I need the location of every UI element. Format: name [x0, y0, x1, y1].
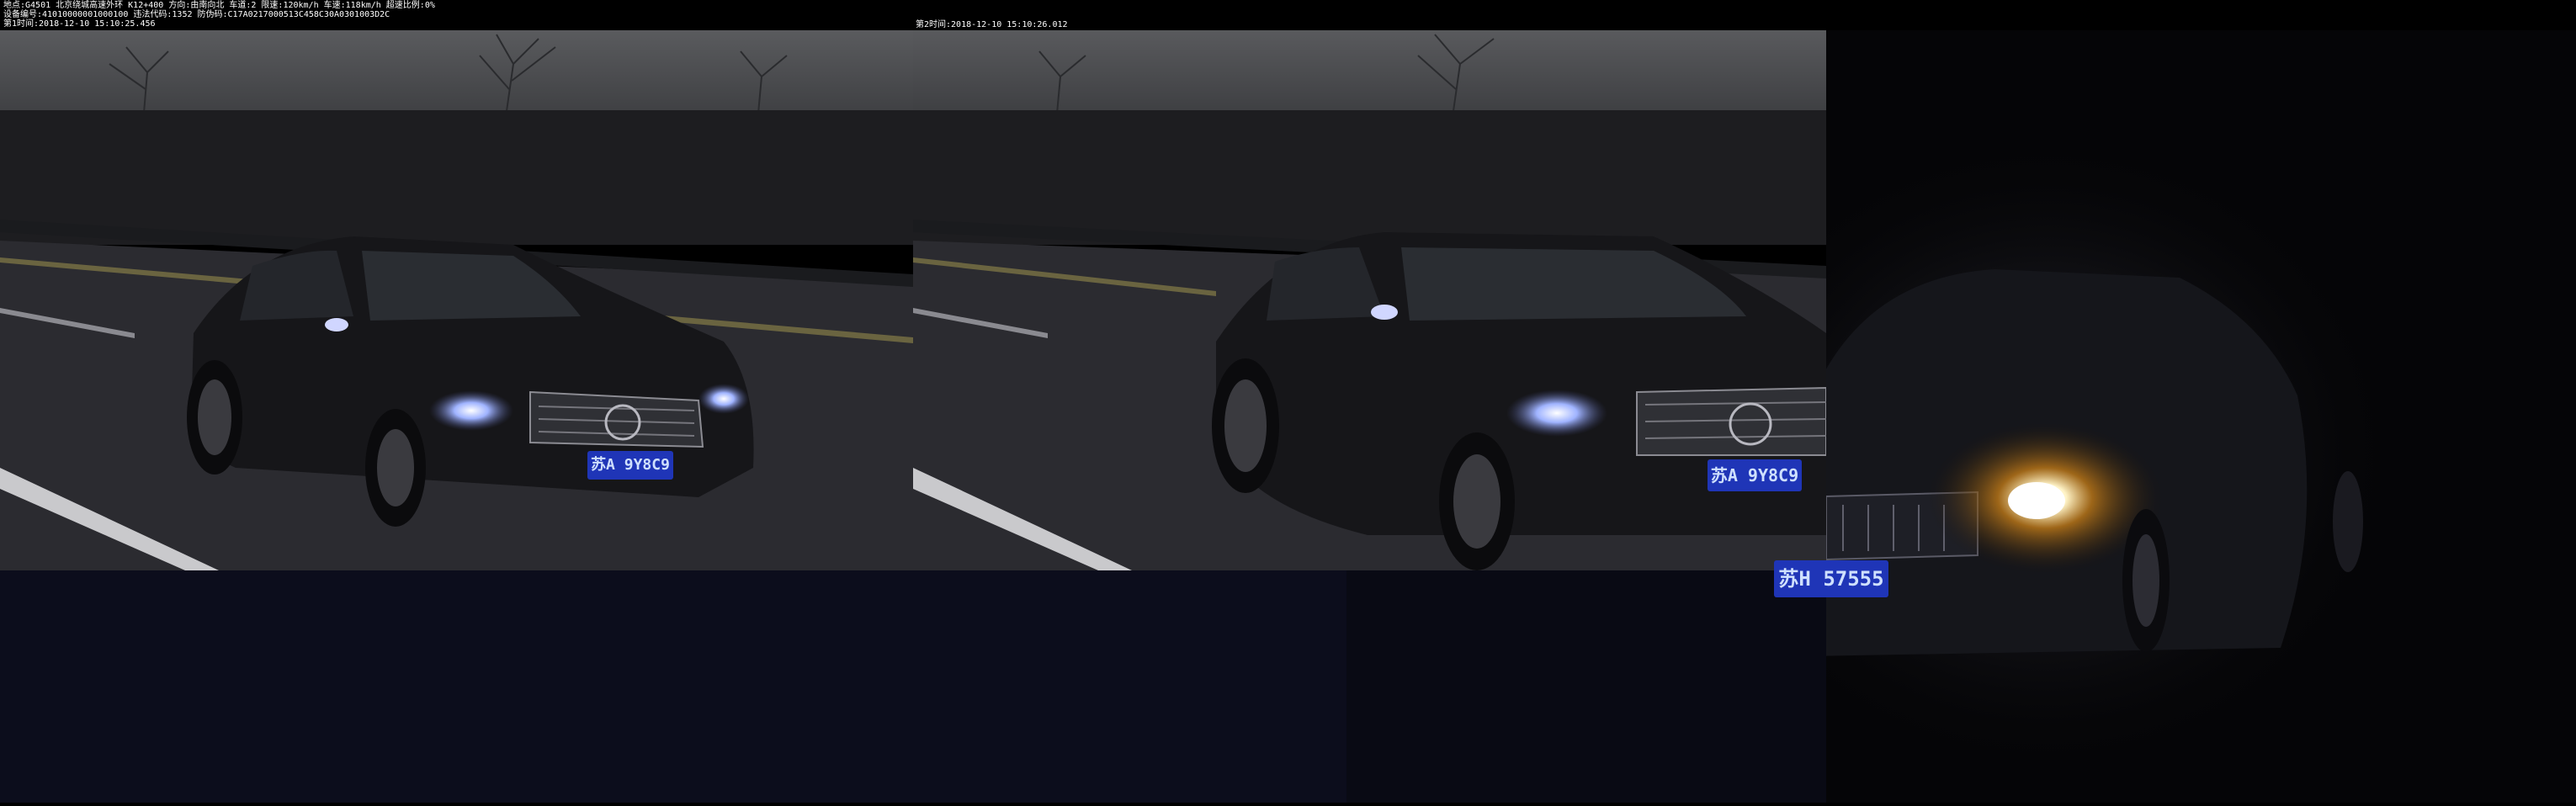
- capture-photo-3: 苏H 57555: [1692, 0, 2576, 803]
- license-plate-main: 苏A 9Y8C9: [587, 451, 673, 480]
- second-capture-time: 第2时间:2018-12-10 15:10:26.012: [916, 20, 1068, 29]
- overlay-line-1: 地点:G4501 北京绕城高速外环 K12+400 方向:由南向北 车道:2 限…: [3, 1, 435, 10]
- capture-photo-2: 苏A 9Y8C9: [913, 30, 1826, 570]
- capture-photo-1: 苏A 9Y8C9: [0, 30, 913, 570]
- license-plate-closeup: 苏A 9Y8C9: [1708, 459, 1802, 491]
- overlay-line-3: 第1时间:2018-12-10 15:10:25.456: [3, 19, 156, 29]
- overlay-line-2: 设备编号:41010000001000100 违法代码:1352 防伪码:C17…: [3, 10, 390, 19]
- overlay-header: 地点:G4501 北京绕城高速外环 K12+400 方向:由南向北 车道:2 限…: [0, 0, 2576, 30]
- license-plate-right: 苏H 57555: [1774, 560, 1888, 597]
